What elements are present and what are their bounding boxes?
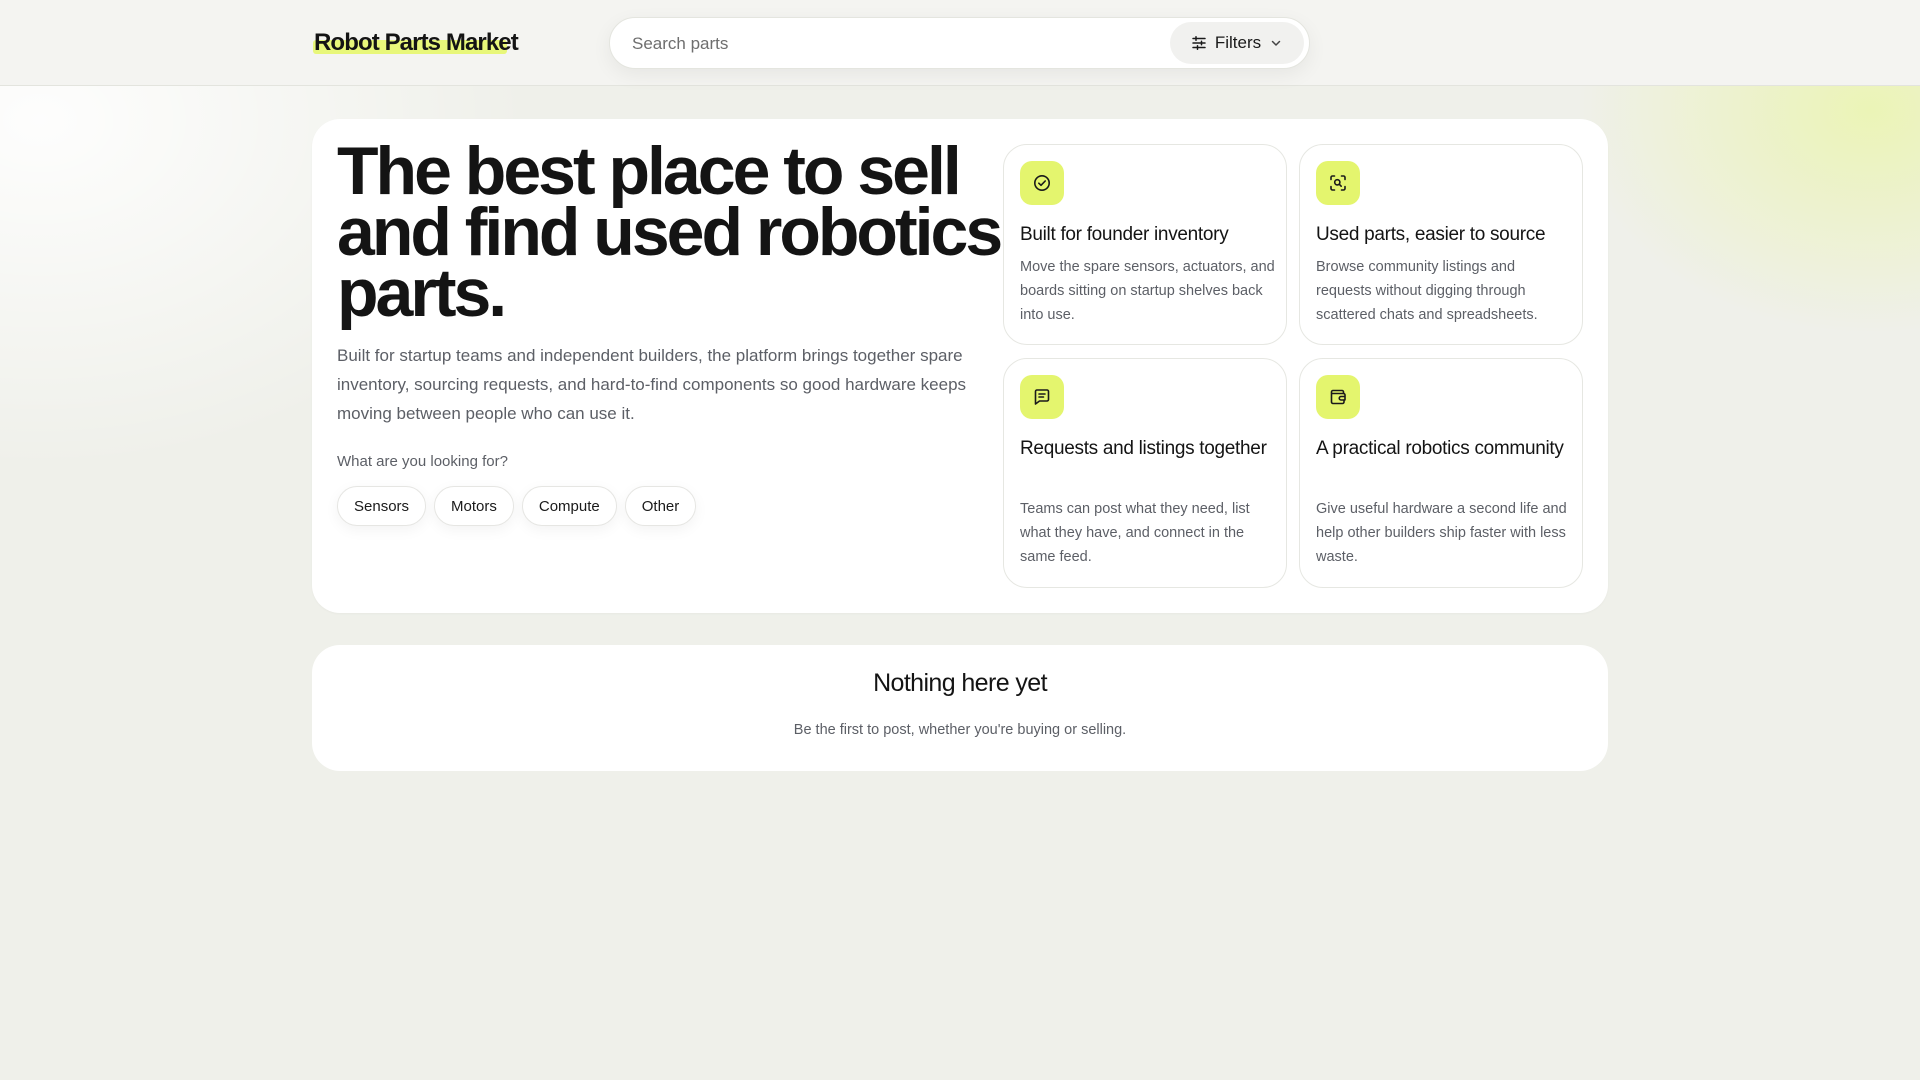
feature-card-robotics-community: A practical robotics community Give usef…	[1299, 358, 1583, 588]
search-bar: Filters	[609, 17, 1310, 70]
feature-title: Used parts, easier to source	[1316, 224, 1546, 245]
category-prompt: What are you looking for?	[337, 453, 508, 470]
hero-description: Built for startup teams and independent …	[337, 346, 967, 423]
empty-state-title: Nothing here yet	[873, 669, 1047, 697]
scan-search-icon	[1316, 161, 1360, 205]
wallet-icon	[1316, 375, 1360, 419]
feature-description: Teams can post what they need, list what…	[1020, 501, 1250, 565]
site-logo[interactable]: Robot Parts Market	[314, 28, 519, 58]
hero-title: The best place to sell and find used rob…	[337, 133, 1003, 331]
chip-sensors[interactable]: Sensors	[337, 486, 427, 526]
hero-card: The best place to sell and find used rob…	[312, 119, 1608, 613]
chip-motors[interactable]: Motors	[434, 486, 514, 526]
chip-compute[interactable]: Compute	[521, 486, 617, 526]
empty-state-card: Nothing here yet Be the first to post, w…	[312, 645, 1608, 771]
feature-title: A practical robotics community	[1316, 438, 1564, 459]
category-chips: Sensors Motors Compute Other	[337, 486, 697, 526]
feature-card-founder-inventory: Built for founder inventory Move the spa…	[1003, 144, 1287, 345]
filters-button[interactable]: Filters	[1170, 22, 1304, 64]
feature-description: Give useful hardware a second life and h…	[1316, 501, 1567, 565]
feature-title: Requests and listings together	[1020, 438, 1267, 459]
top-header: Robot Parts Market Filters	[0, 0, 1920, 86]
feature-card-used-parts: Used parts, easier to source Browse comm…	[1299, 144, 1583, 345]
feature-card-requests-listings: Requests and listings together Teams can…	[1003, 358, 1287, 588]
feature-description: Browse community listings and requests w…	[1316, 259, 1538, 323]
search-input[interactable]	[630, 18, 1154, 70]
filters-label: Filters	[1214, 33, 1262, 52]
empty-state-subtitle: Be the first to post, whether you're buy…	[793, 722, 1127, 738]
chevron-down-icon	[1269, 36, 1283, 50]
chip-other[interactable]: Other	[624, 486, 697, 526]
sliders-icon	[1191, 35, 1207, 51]
feature-title: Built for founder inventory	[1020, 224, 1229, 245]
message-square-icon	[1020, 375, 1064, 419]
feature-description: Move the spare sensors, actuators, and b…	[1020, 259, 1275, 323]
check-circle-icon	[1020, 161, 1064, 205]
